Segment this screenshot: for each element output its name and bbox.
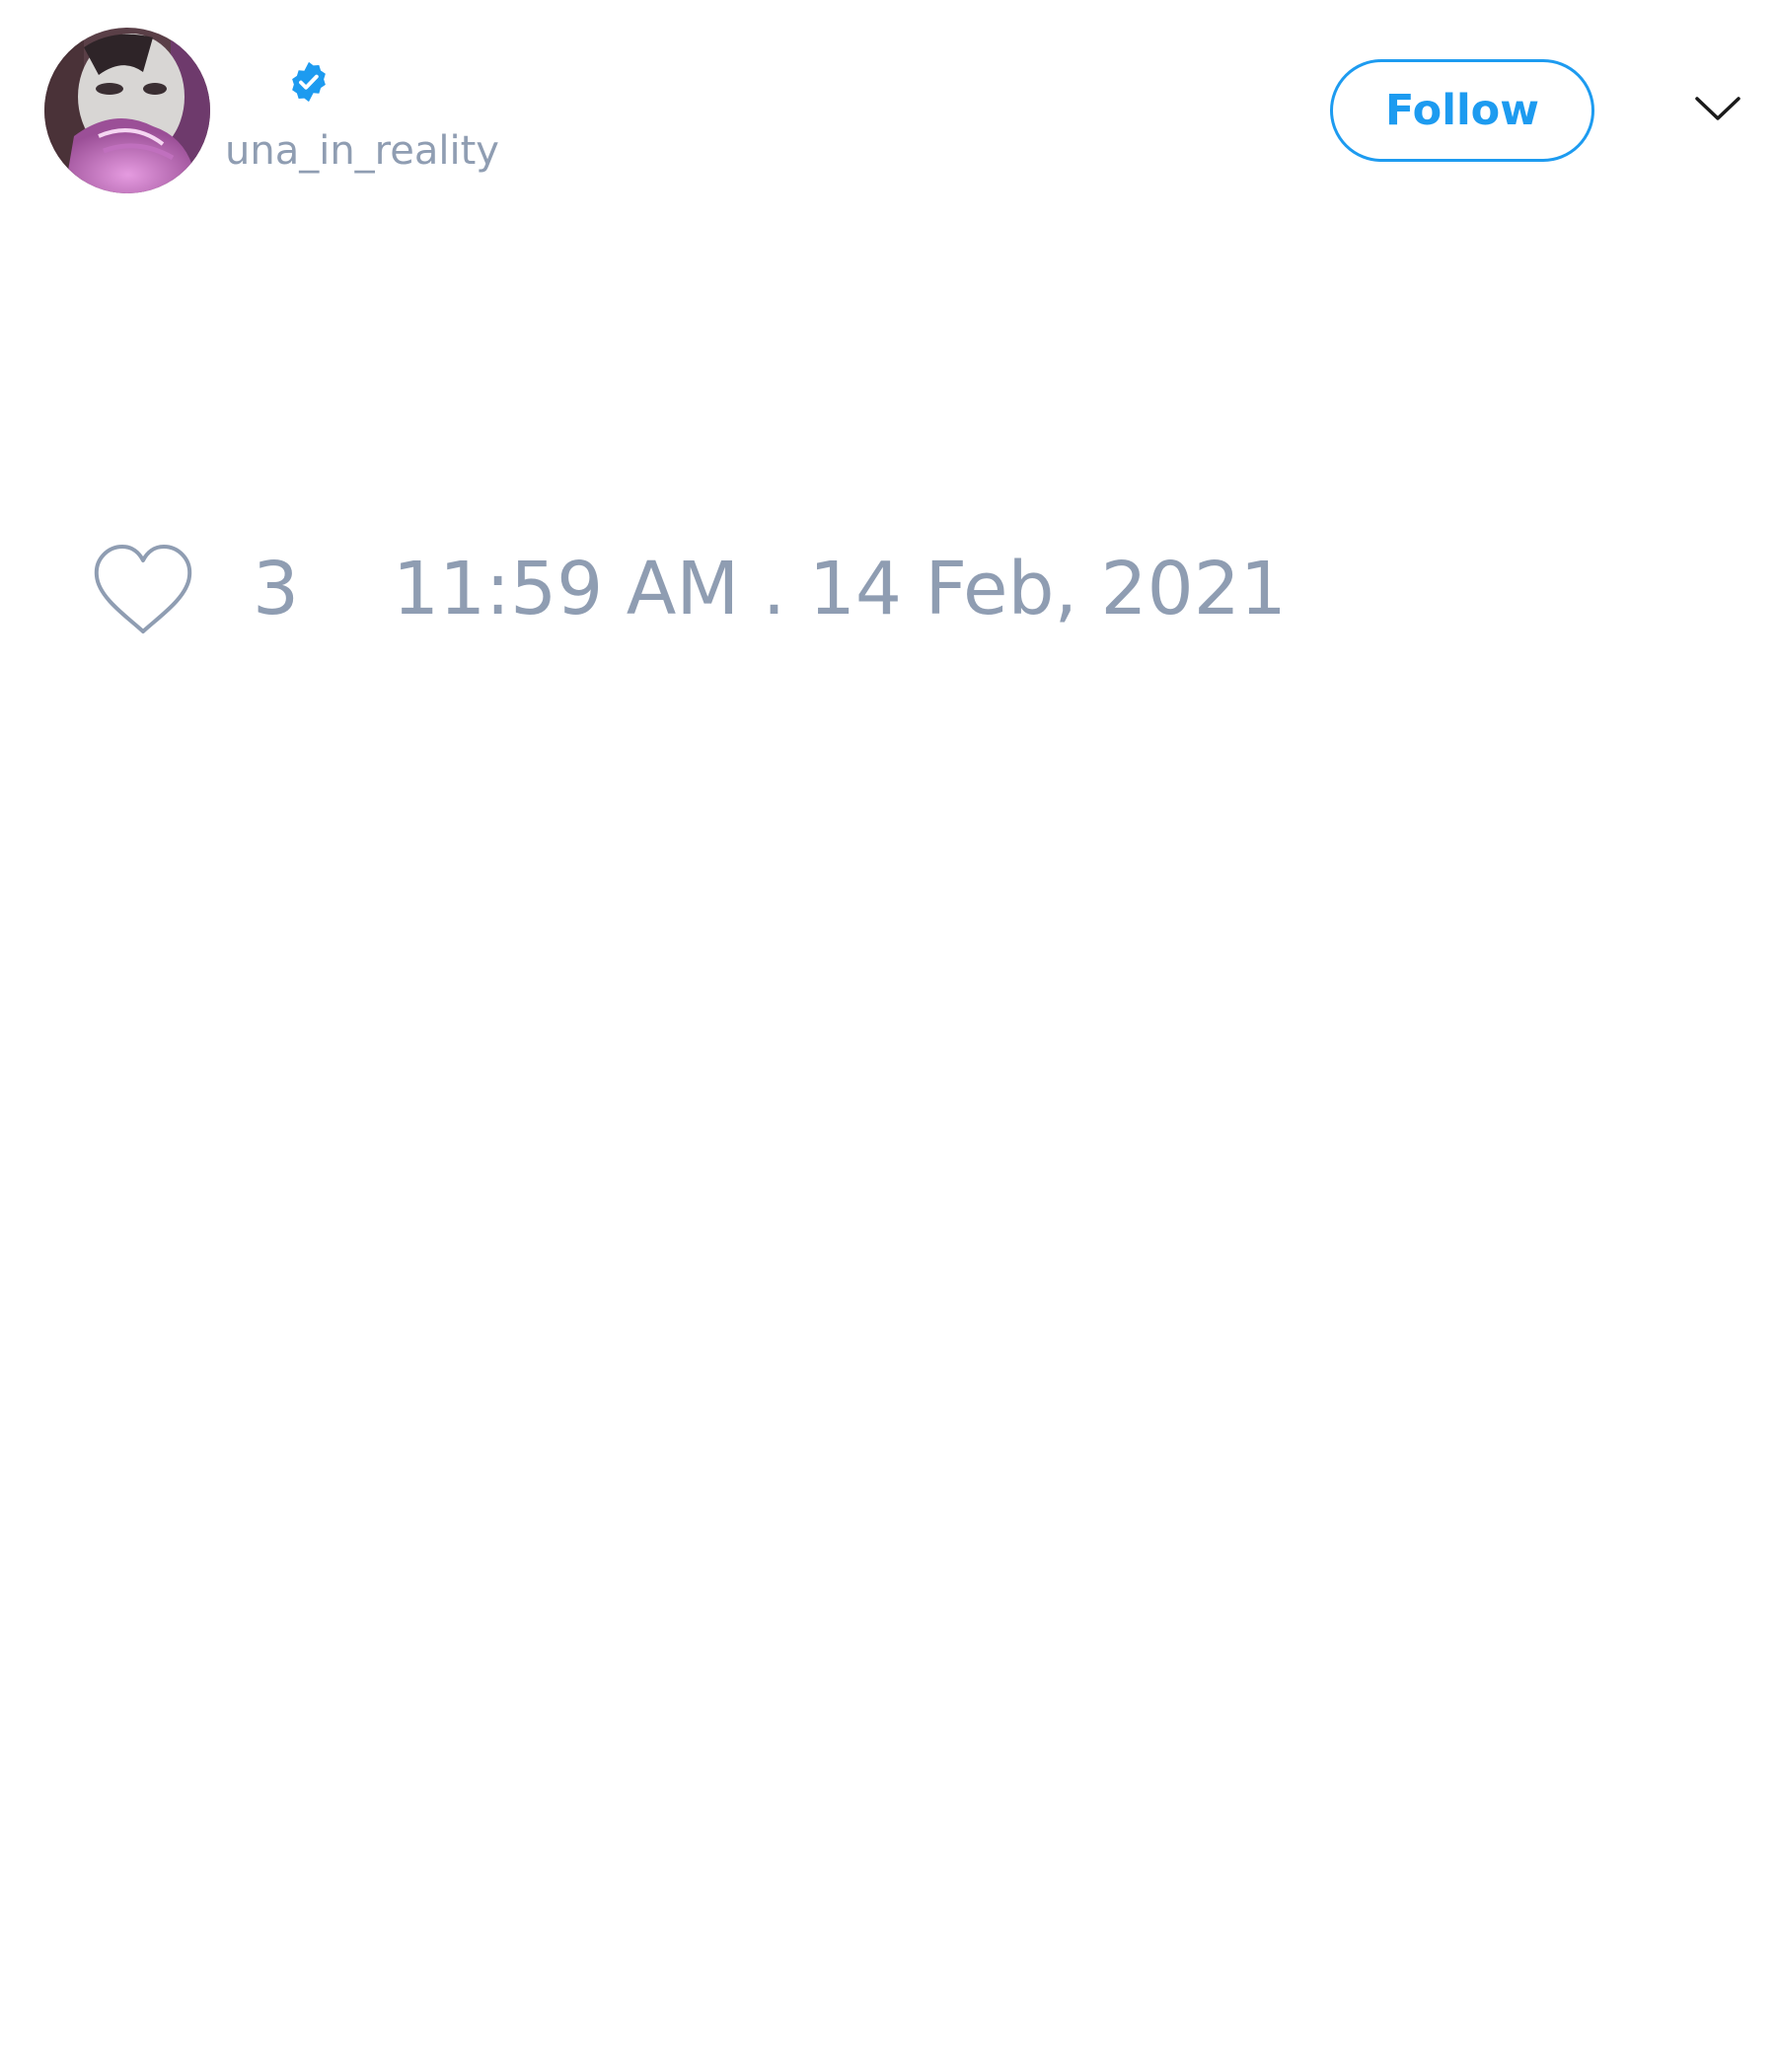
follow-button[interactable]: Follow: [1330, 59, 1594, 162]
avatar-image: [44, 28, 210, 193]
author-handle[interactable]: una_in_reality: [225, 126, 499, 176]
chevron-down-icon[interactable]: [1693, 89, 1742, 128]
avatar[interactable]: [44, 28, 210, 193]
tweet-timestamp[interactable]: 11:59 AM . 14 Feb, 2021: [393, 545, 1287, 633]
like-count: 3: [253, 547, 300, 631]
like-action[interactable]: [89, 541, 197, 639]
verified-badge-icon: [292, 61, 326, 103]
heart-outline-icon[interactable]: [89, 541, 197, 639]
